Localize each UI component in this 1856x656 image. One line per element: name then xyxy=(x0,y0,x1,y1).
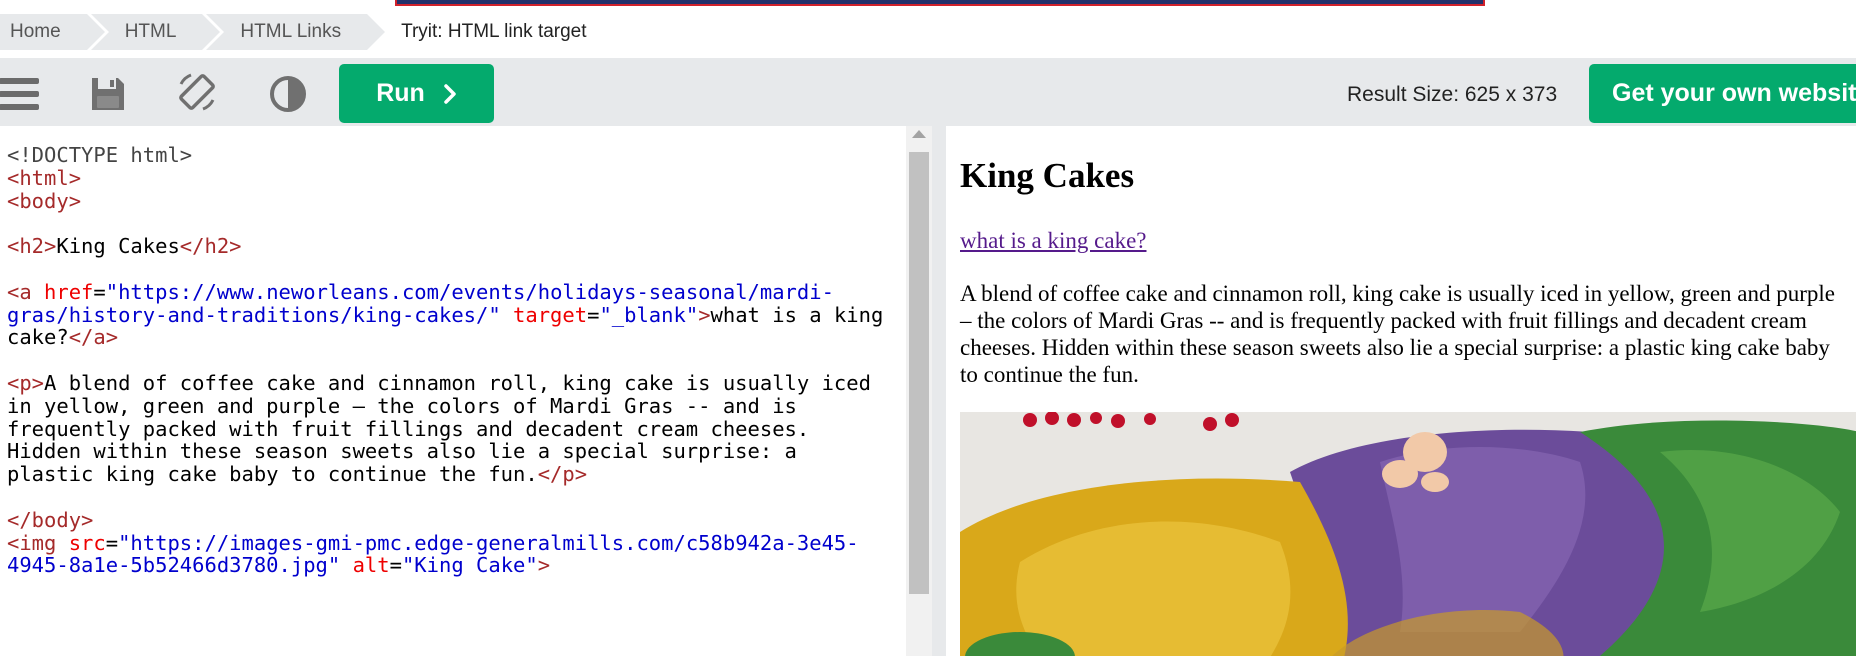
breadcrumb-html-links[interactable]: HTML Links xyxy=(206,14,385,50)
code-editor[interactable]: <!DOCTYPE html> <html> <body> <h2>King Cak… xyxy=(0,126,932,656)
hamburger-menu-icon[interactable] xyxy=(0,72,42,116)
code-line[interactable]: cake?</a> xyxy=(7,324,883,349)
get-your-own-website-button[interactable]: Get your own website xyxy=(1589,64,1856,123)
king-cake-image xyxy=(960,412,1856,656)
code-line[interactable]: Hidden within these season sweets also l… xyxy=(7,438,883,463)
top-ad-banner[interactable] xyxy=(395,0,1485,6)
breadcrumb-html[interactable]: HTML xyxy=(90,14,221,50)
code-line[interactable] xyxy=(7,347,883,370)
contrast-icon[interactable] xyxy=(266,72,310,116)
code-line[interactable]: 4945-8a1e-5b52466d3780.jpg" alt="King Ca… xyxy=(7,552,883,577)
code-line[interactable]: <html> xyxy=(7,165,883,190)
code-line[interactable] xyxy=(7,256,883,279)
code-line[interactable]: <p>A blend of coffee cake and cinnamon r… xyxy=(7,370,883,395)
code-line[interactable]: <!DOCTYPE html> xyxy=(7,142,883,167)
code-line[interactable]: frequently packed with fruit fillings an… xyxy=(7,416,883,441)
result-size-label: Result Size: 625 x 373 xyxy=(1347,83,1558,106)
code-line[interactable]: plastic king cake baby to continue the f… xyxy=(7,461,883,486)
code-line[interactable]: <h2>King Cakes</h2> xyxy=(7,233,883,258)
scroll-up-arrow-icon[interactable] xyxy=(912,130,926,138)
code-line[interactable] xyxy=(7,484,883,507)
code-line[interactable]: in yellow, green and purple – the colors… xyxy=(7,393,883,418)
breadcrumb: Home HTML HTML Links Tryit: HTML link ta… xyxy=(0,14,617,50)
run-button[interactable]: Run xyxy=(339,64,494,123)
panel-divider[interactable] xyxy=(932,126,946,656)
result-paragraph: A blend of coffee cake and cinnamon roll… xyxy=(960,281,1835,387)
code-line[interactable]: </body> xyxy=(7,507,883,532)
chevron-right-icon xyxy=(444,83,456,104)
breadcrumb-home[interactable]: Home xyxy=(0,14,105,50)
rotate-screen-icon[interactable] xyxy=(175,70,219,114)
run-button-label: Run xyxy=(376,79,425,107)
code-line[interactable]: <a href="https://www.neworleans.com/even… xyxy=(7,279,883,304)
code-line[interactable]: <body> xyxy=(7,188,883,213)
result-heading: King Cakes xyxy=(960,156,1135,195)
code-line[interactable]: <img src="https://images-gmi-pmc.edge-ge… xyxy=(7,530,883,555)
code-text[interactable]: <!DOCTYPE html> <html> <body> <h2>King Cak… xyxy=(7,142,883,577)
code-line[interactable] xyxy=(7,210,883,233)
result-panel: King Cakes what is a king cake? A blend … xyxy=(946,126,1856,656)
king-cake-link[interactable]: what is a king cake? xyxy=(960,228,1146,254)
save-icon[interactable] xyxy=(86,72,130,116)
editor-scrollbar-thumb[interactable] xyxy=(909,152,929,594)
code-line[interactable]: gras/history-and-traditions/king-cakes/"… xyxy=(7,302,883,327)
breadcrumb-current-page: Tryit: HTML link target xyxy=(371,14,612,50)
